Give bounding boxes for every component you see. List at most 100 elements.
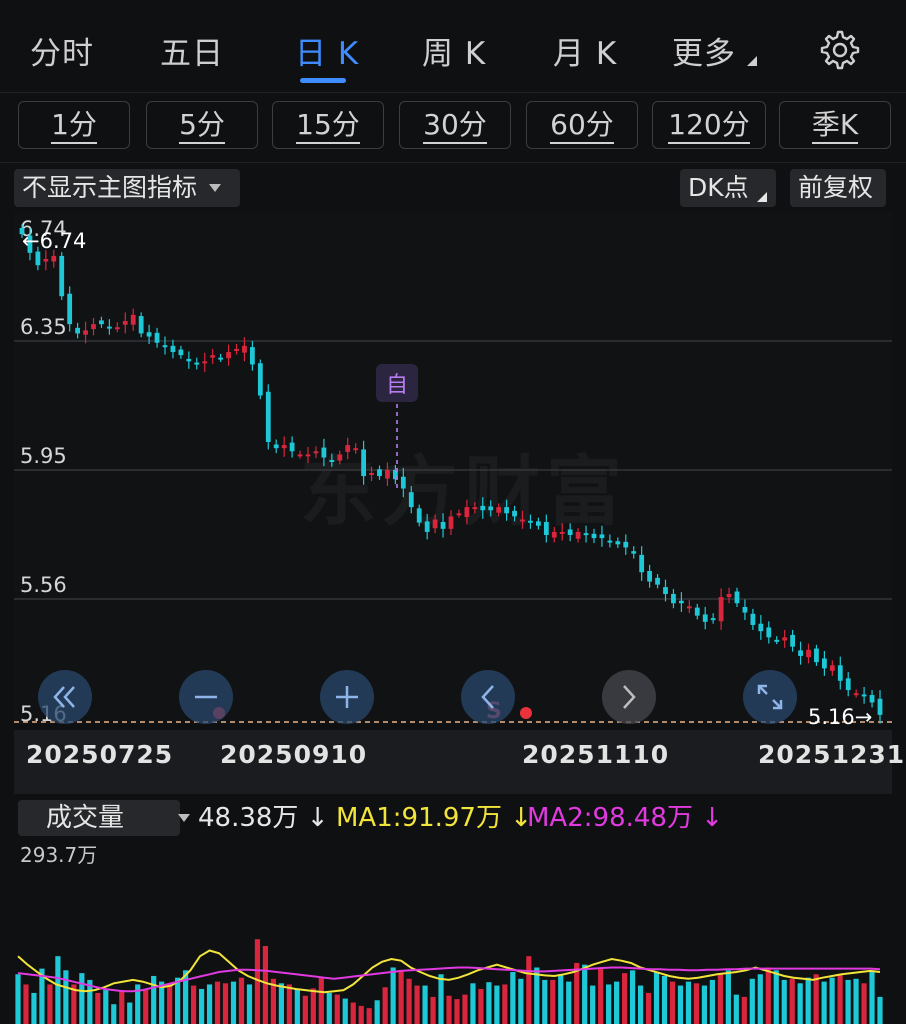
volume-bar [462, 994, 468, 1024]
volume-bar [342, 998, 348, 1024]
down-arrow-icon: ↓ [701, 803, 724, 833]
volume-bar [143, 988, 149, 1024]
volume-bar [159, 981, 165, 1024]
volume-bar [47, 984, 53, 1024]
tab-more-label: 更多 [672, 36, 736, 72]
volume-bar [294, 988, 300, 1024]
scroll-right-button[interactable] [602, 670, 656, 724]
volume-bar [135, 984, 141, 1024]
tab-more[interactable]: 更多 [672, 28, 757, 73]
gear-icon[interactable] [820, 30, 860, 70]
date-label: 20250910 [220, 740, 368, 769]
volume-bar [470, 983, 476, 1024]
volume-bar [542, 979, 548, 1024]
scroll-left-button[interactable] [461, 670, 515, 724]
volume-bar [190, 985, 197, 1024]
zoom-out-button[interactable] [179, 670, 233, 724]
scroll-to-start-button[interactable] [38, 670, 92, 724]
volume-bar [15, 974, 21, 1024]
volume-bar [637, 985, 644, 1024]
volume-bar [23, 984, 29, 1024]
volume-bar [574, 962, 580, 1024]
period-1min-button[interactable]: 1分 [18, 101, 130, 149]
volume-bar [446, 995, 452, 1024]
zoom-in-button[interactable] [320, 670, 374, 724]
volume-bar [390, 967, 396, 1024]
period-quarterly-button[interactable]: 季K [779, 101, 891, 149]
volume-bar [358, 1005, 364, 1024]
volume-bar [382, 987, 388, 1024]
period-120min-button[interactable]: 120分 [652, 101, 766, 149]
volume-bar [765, 967, 771, 1024]
volume-bar [725, 970, 731, 1024]
plus-icon [336, 686, 358, 708]
volume-bar [829, 977, 835, 1024]
volume-current: 48.38万 ↓ [198, 803, 329, 833]
volume-bar [478, 988, 484, 1024]
volume-bar [566, 981, 572, 1024]
tab-monthly-k[interactable]: 月 K [553, 28, 617, 73]
volume-bar [206, 984, 213, 1024]
tab-intraday[interactable]: 分时 [30, 28, 94, 73]
volume-bar [302, 995, 308, 1024]
volume-bar [55, 956, 61, 1024]
volume-bar [87, 979, 93, 1024]
volume-bar [709, 979, 715, 1024]
date-axis: 20250725 20250910 20251110 20251231 [14, 730, 904, 794]
volume-bar [669, 981, 676, 1024]
volume-bar [813, 974, 819, 1024]
divider [0, 162, 906, 163]
volume-bar [286, 984, 292, 1024]
dropdown-triangle-icon [178, 814, 190, 822]
volume-bar [534, 967, 540, 1024]
period-60min-button[interactable]: 60分 [526, 101, 638, 149]
tab-daily-k[interactable]: 日 K [295, 28, 359, 73]
fullscreen-button[interactable] [743, 670, 797, 724]
period-5min-button[interactable]: 5分 [146, 101, 258, 149]
main-indicator-label: 不显示主图指标 [22, 173, 198, 202]
volume-bar [645, 992, 652, 1024]
chart-type-tabs: 分时 五日 日 K 周 K 月 K 更多 [0, 0, 906, 92]
volume-bar [326, 992, 332, 1024]
volume-bar [550, 979, 556, 1024]
volume-bar [653, 972, 660, 1024]
period-15min-button[interactable]: 15分 [272, 101, 384, 149]
volume-bar [175, 977, 181, 1024]
volume-bar [582, 964, 588, 1024]
sub-indicator-label: 成交量 [46, 803, 125, 833]
volume-bar [198, 988, 205, 1024]
volume-bar [334, 994, 340, 1024]
volume-bar [558, 974, 564, 1024]
volume-bar [685, 981, 692, 1024]
volume-bar [366, 1008, 372, 1024]
volume-bar [845, 979, 851, 1024]
volume-bar [629, 970, 636, 1024]
main-indicator-select[interactable]: 不显示主图指标 [14, 169, 240, 207]
date-label: 20251231 [758, 740, 906, 769]
volume-bar [677, 985, 684, 1024]
tab-weekly-k[interactable]: 周 K [422, 28, 486, 73]
volume-bar [438, 974, 444, 1024]
down-arrow-icon: ↓ [306, 803, 329, 833]
volume-bar [39, 968, 45, 1024]
volume-bar [861, 983, 867, 1024]
volume-bar [837, 974, 843, 1024]
dk-point-button[interactable]: DK点 [680, 169, 776, 207]
sub-indicator-select[interactable]: 成交量 [18, 800, 190, 836]
volume-bar [454, 999, 460, 1024]
period-30min-button[interactable]: 30分 [399, 101, 511, 149]
volume-bar [103, 990, 109, 1024]
volume-bar [278, 983, 284, 1024]
dropdown-triangle-icon [208, 184, 221, 192]
watermark: 东方财富 [300, 430, 628, 540]
volume-bar [773, 970, 779, 1024]
volume-bar [246, 984, 253, 1024]
volume-bar [701, 985, 708, 1024]
price-adjust-button[interactable]: 前复权 [790, 169, 886, 207]
volume-bar [510, 972, 516, 1024]
volume-bar [350, 1002, 356, 1024]
tab-five-day[interactable]: 五日 [160, 28, 224, 73]
volume-bar [733, 994, 739, 1024]
volume-bar [430, 996, 436, 1024]
volume-bar [414, 985, 420, 1024]
